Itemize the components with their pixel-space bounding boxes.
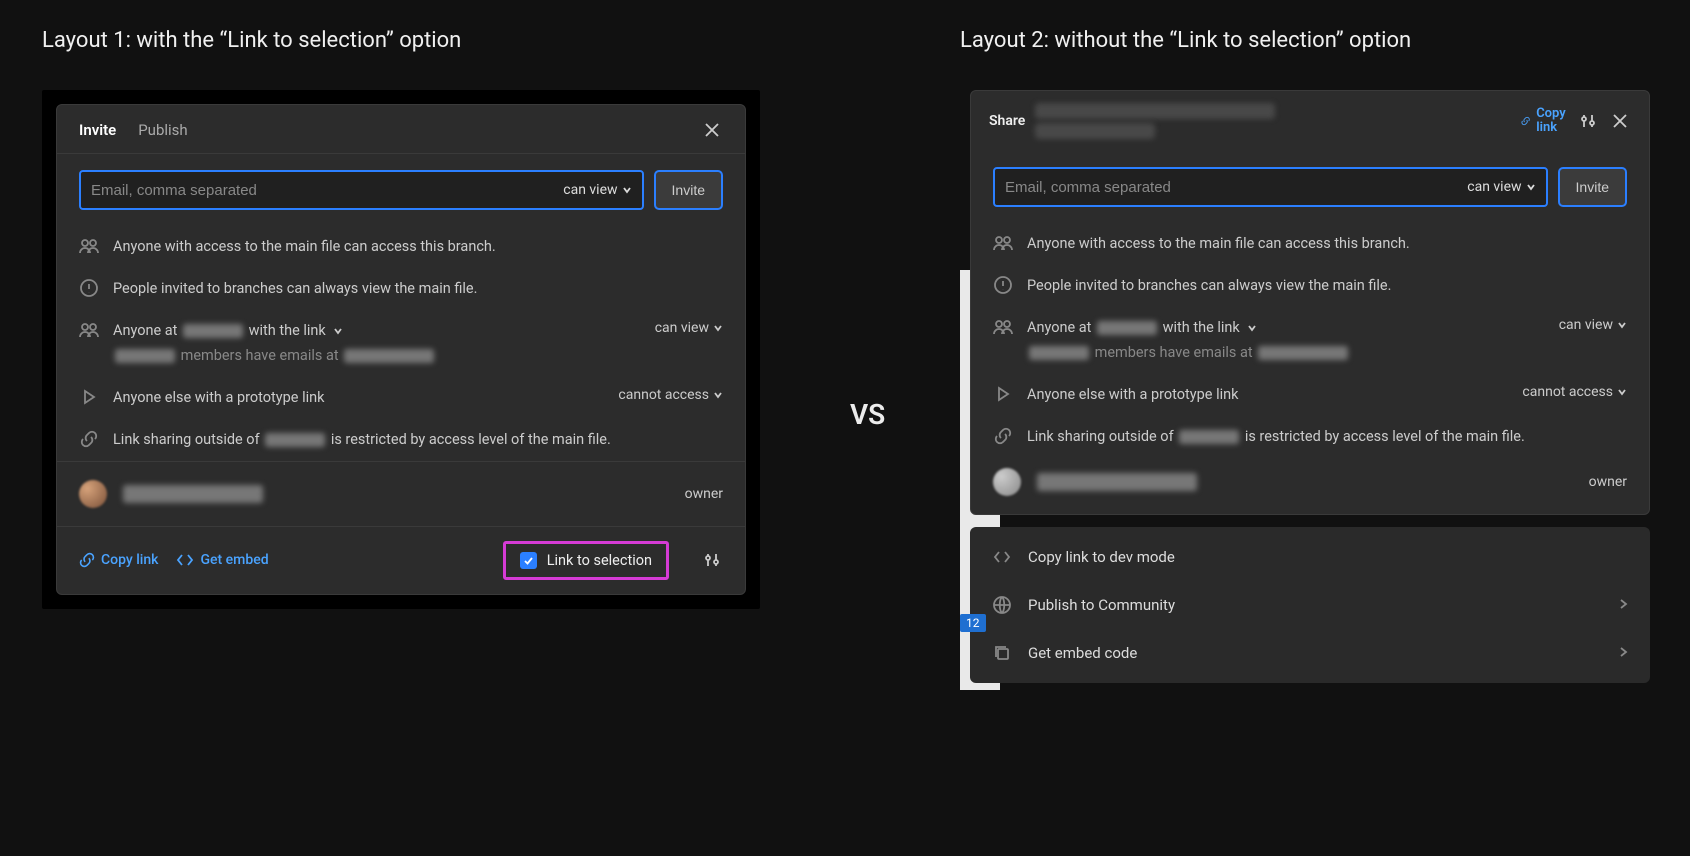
share-header: Share Copy link — [971, 91, 1649, 151]
redacted-org — [115, 349, 175, 363]
info-text: Anyone else with a prototype link — [1027, 384, 1239, 406]
email-field[interactable]: can view — [993, 167, 1548, 207]
email-permission-select[interactable]: can view — [1467, 179, 1535, 195]
row-restriction: Link sharing outside of is restricted by… — [971, 416, 1649, 458]
share-dialog-1: Invite Publish can view Invite Anyone wi… — [56, 104, 746, 595]
settings-icon[interactable] — [701, 549, 723, 571]
invite-button[interactable]: Invite — [1558, 167, 1627, 207]
redacted-org — [265, 433, 325, 447]
checkbox-checked-icon — [520, 552, 537, 569]
info-text: Anyone with access to the main file can … — [113, 236, 496, 258]
menu-copy-dev-link[interactable]: Copy link to dev mode — [970, 533, 1650, 581]
info-text: Anyone at with the link members have ema… — [1027, 317, 1350, 365]
tab-publish[interactable]: Publish — [138, 121, 187, 139]
share-more-menu: Copy link to dev mode Publish to Communi… — [970, 527, 1650, 683]
email-input[interactable] — [91, 182, 563, 199]
dialog-footer: Copy link Get embed Link to selection — [57, 526, 745, 594]
code-icon — [176, 552, 194, 568]
layout2-title: Layout 2: without the “Link to selection… — [960, 28, 1411, 53]
info-row-people-invited: People invited to branches can always vi… — [57, 268, 745, 310]
share-label: Share — [989, 113, 1025, 129]
redacted-org — [183, 324, 243, 338]
copy-icon — [992, 643, 1012, 663]
people-icon — [993, 233, 1013, 253]
settings-icon[interactable] — [1577, 110, 1599, 132]
avatar — [993, 468, 1021, 496]
row-owner: owner — [57, 461, 745, 526]
row-restriction: Link sharing outside of is restricted by… — [57, 419, 745, 461]
info-text: People invited to branches can always vi… — [1027, 275, 1391, 297]
email-permission-label: can view — [563, 182, 617, 198]
badge-number: 12 — [960, 614, 986, 632]
info-row-branch-access: Anyone with access to the main file can … — [57, 226, 745, 268]
link-to-selection-checkbox[interactable]: Link to selection — [503, 541, 669, 580]
copy-link-button[interactable]: Copy link — [79, 552, 158, 568]
info-text: Link sharing outside of is restricted by… — [1027, 426, 1525, 448]
email-input[interactable] — [1005, 179, 1467, 196]
redacted-org — [1097, 321, 1157, 335]
chevron-down-icon[interactable] — [1247, 323, 1257, 333]
info-text: Link sharing outside of is restricted by… — [113, 429, 611, 451]
play-icon — [993, 384, 1013, 404]
layout1-wrapper: Invite Publish can view Invite Anyone wi… — [42, 90, 760, 609]
chevron-right-icon — [1618, 596, 1628, 614]
people-icon — [79, 236, 99, 256]
info-text: People invited to branches can always vi… — [113, 278, 477, 300]
link-icon — [79, 429, 99, 449]
people-icon — [993, 317, 1013, 337]
link-icon — [79, 552, 95, 568]
permission-select[interactable]: cannot access — [1522, 384, 1627, 400]
menu-publish-community[interactable]: Publish to Community — [970, 581, 1650, 629]
redacted-org — [1029, 346, 1089, 360]
invite-button[interactable]: Invite — [654, 170, 723, 210]
email-permission-select[interactable]: can view — [563, 182, 631, 198]
permission-select[interactable]: can view — [655, 320, 723, 336]
owner-label: owner — [685, 486, 723, 502]
permission-select[interactable]: cannot access — [618, 387, 723, 403]
people-icon — [79, 320, 99, 340]
alert-icon — [79, 278, 99, 298]
redacted-name — [1037, 473, 1197, 491]
close-icon[interactable] — [701, 119, 723, 141]
tabs-row: Invite Publish — [57, 105, 745, 154]
info-text: Anyone with access to the main file can … — [1027, 233, 1410, 255]
get-embed-button[interactable]: Get embed — [176, 552, 268, 568]
row-anyone-at-org: Anyone at with the link members have ema… — [57, 310, 745, 378]
chevron-right-icon — [1618, 644, 1628, 662]
row-owner: owner — [971, 458, 1649, 514]
chevron-down-icon[interactable] — [333, 326, 343, 336]
info-text: Anyone else with a prototype link — [113, 387, 325, 409]
redacted-title — [1035, 103, 1275, 139]
redacted-org — [1179, 430, 1239, 444]
layout2-wrapper: 12 Share Copy link can — [970, 90, 1650, 683]
info-text: Anyone at with the link members have ema… — [113, 320, 436, 368]
avatar — [79, 480, 107, 508]
invite-row: can view Invite — [971, 151, 1649, 223]
share-dialog-2: Share Copy link can view — [970, 90, 1650, 515]
permission-select[interactable]: can view — [1559, 317, 1627, 333]
link-icon — [993, 426, 1013, 446]
info-row-branch-access: Anyone with access to the main file can … — [971, 223, 1649, 265]
vs-label: VS — [850, 398, 885, 431]
globe-icon — [992, 595, 1012, 615]
invite-row: can view Invite — [57, 154, 745, 226]
tab-invite[interactable]: Invite — [79, 121, 116, 139]
redacted-domain — [344, 349, 434, 363]
alert-icon — [993, 275, 1013, 295]
email-field[interactable]: can view — [79, 170, 644, 210]
link-icon — [1521, 113, 1530, 129]
row-prototype-link: Anyone else with a prototype link cannot… — [971, 374, 1649, 416]
menu-get-embed[interactable]: Get embed code — [970, 629, 1650, 677]
redacted-domain — [1258, 346, 1348, 360]
info-row-people-invited: People invited to branches can always vi… — [971, 265, 1649, 307]
layout1-title: Layout 1: with the “Link to selection” o… — [42, 28, 461, 53]
play-icon — [79, 387, 99, 407]
close-icon[interactable] — [1609, 110, 1631, 132]
owner-label: owner — [1589, 474, 1627, 490]
code-icon — [992, 547, 1012, 567]
row-anyone-at-org: Anyone at with the link members have ema… — [971, 307, 1649, 375]
redacted-name — [123, 485, 263, 503]
copy-link-button[interactable]: Copy link — [1521, 107, 1567, 136]
row-prototype-link: Anyone else with a prototype link cannot… — [57, 377, 745, 419]
